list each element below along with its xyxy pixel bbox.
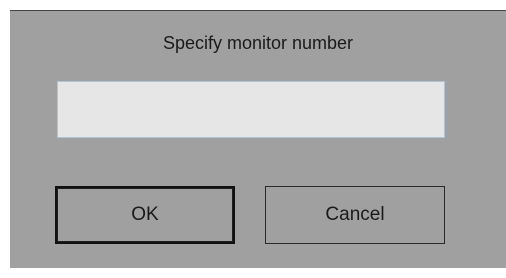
monitor-number-dialog: Specify monitor number OK Cancel <box>10 10 506 268</box>
ok-button[interactable]: OK <box>55 186 235 244</box>
dialog-prompt-label: Specify monitor number <box>162 33 354 53</box>
monitor-number-input[interactable] <box>57 81 445 138</box>
cancel-button[interactable]: Cancel <box>265 186 445 244</box>
